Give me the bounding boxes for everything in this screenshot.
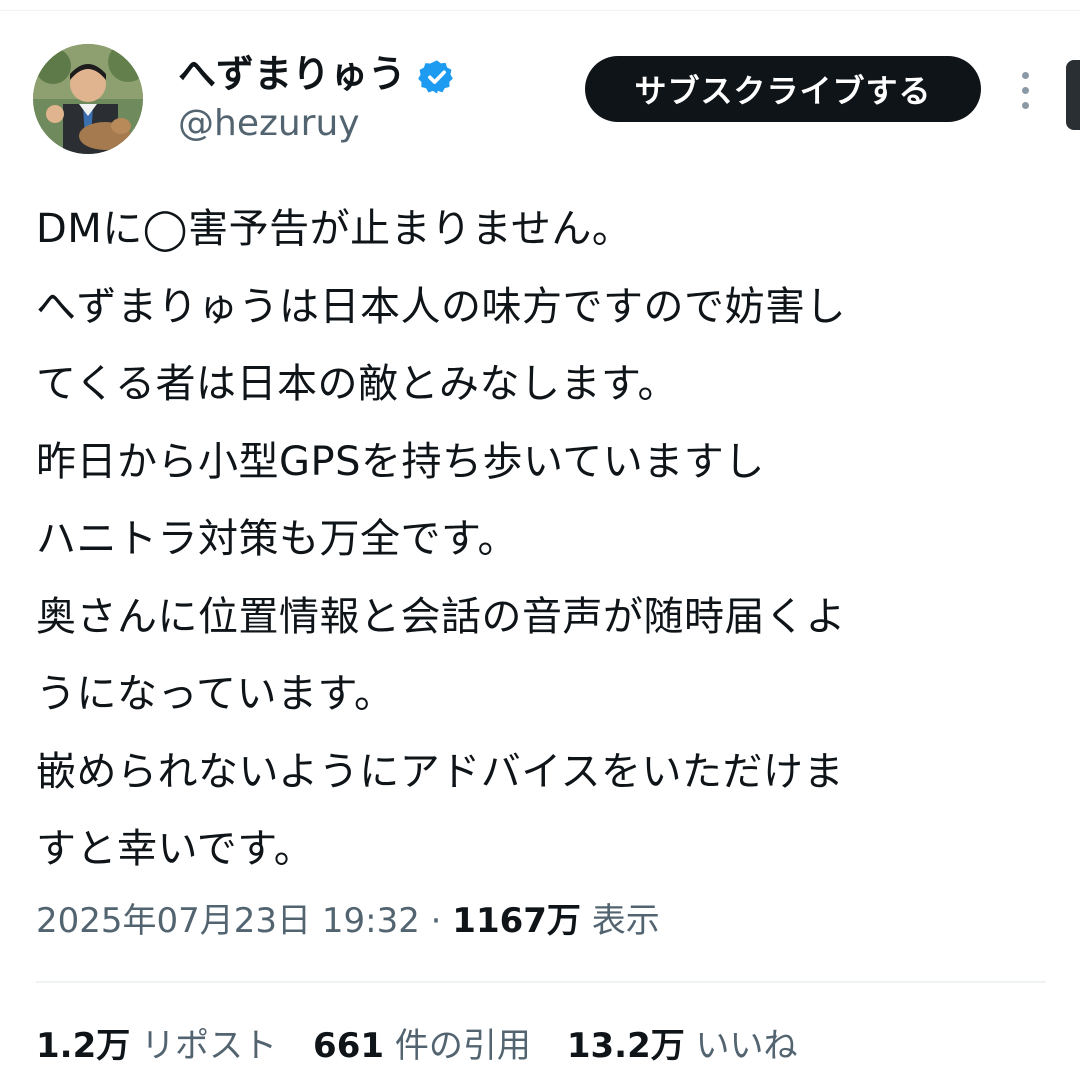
tweet-detail-view: へずまりゅう @hezuruy サブスクライブする DMに◯害予告が止まりません… (0, 0, 1080, 1091)
top-divider (0, 10, 1080, 11)
reposts-stat[interactable]: 1.2万 リポスト (36, 1018, 277, 1074)
quotes-stat[interactable]: 661 件の引用 (313, 1018, 531, 1074)
reposts-label: リポスト (130, 1026, 278, 1066)
tweet-line: てくる者は日本の敵とみなします。 (36, 361, 678, 407)
quotes-count: 661 (313, 1026, 385, 1066)
more-dot (1021, 86, 1029, 94)
tweet-text: DMに◯害予告が止まりません。 へずまりゅうは日本人の味方ですので妨害し てくる… (36, 191, 1056, 889)
avatar-photo (33, 44, 143, 154)
tweet-stats: 1.2万 リポスト 661 件の引用 13.2万 いいね (36, 1018, 798, 1074)
verified-badge-icon[interactable] (418, 55, 456, 94)
author-display-name[interactable]: へずまりゅう (178, 46, 406, 102)
reposts-count: 1.2万 (36, 1026, 131, 1066)
tweet-line: 嵌められないようにアドバイスをいただけま (36, 748, 844, 795)
tweet-timestamp[interactable]: 2025年07月23日 19:32 (36, 901, 420, 941)
stats-divider (36, 981, 1046, 983)
author-handle[interactable]: @hezuruy (178, 100, 360, 148)
tweet-meta: 2025年07月23日 19:32 · 1167万 表示 (36, 893, 660, 949)
tweet-line: DMに◯害予告が止まりません。 (36, 206, 633, 252)
views-count[interactable]: 1167万 (452, 901, 581, 941)
likes-count: 13.2万 (566, 1026, 685, 1066)
tweet-line: うになっています。 (36, 671, 395, 717)
tweet-line: すと幸いです。 (36, 826, 315, 872)
likes-label: いいね (684, 1026, 798, 1066)
quotes-label: 件の引用 (384, 1026, 531, 1066)
tweet-line: ハニトラ対策も万全です。 (36, 516, 518, 562)
edge-scrollbar[interactable] (1066, 60, 1080, 130)
views-label[interactable]: 表示 (581, 901, 660, 941)
tweet-line: 奥さんに位置情報と会話の音声が随時届くよ (36, 593, 846, 640)
tweet-line: 昨日から小型GPSを持ち歩いていますし (36, 438, 765, 485)
more-dot (1021, 71, 1029, 79)
subscribe-button[interactable]: サブスクライブする (585, 56, 981, 122)
more-dot (1021, 101, 1029, 109)
author-display-name-row[interactable]: へずまりゅう (178, 46, 456, 102)
likes-stat[interactable]: 13.2万 いいね (567, 1018, 798, 1074)
meta-separator: · (419, 901, 453, 941)
more-vertical-icon[interactable] (1008, 66, 1042, 114)
avatar[interactable] (33, 44, 143, 154)
tweet-line: へずまりゅうは日本人の味方ですので妨害し (36, 283, 846, 330)
